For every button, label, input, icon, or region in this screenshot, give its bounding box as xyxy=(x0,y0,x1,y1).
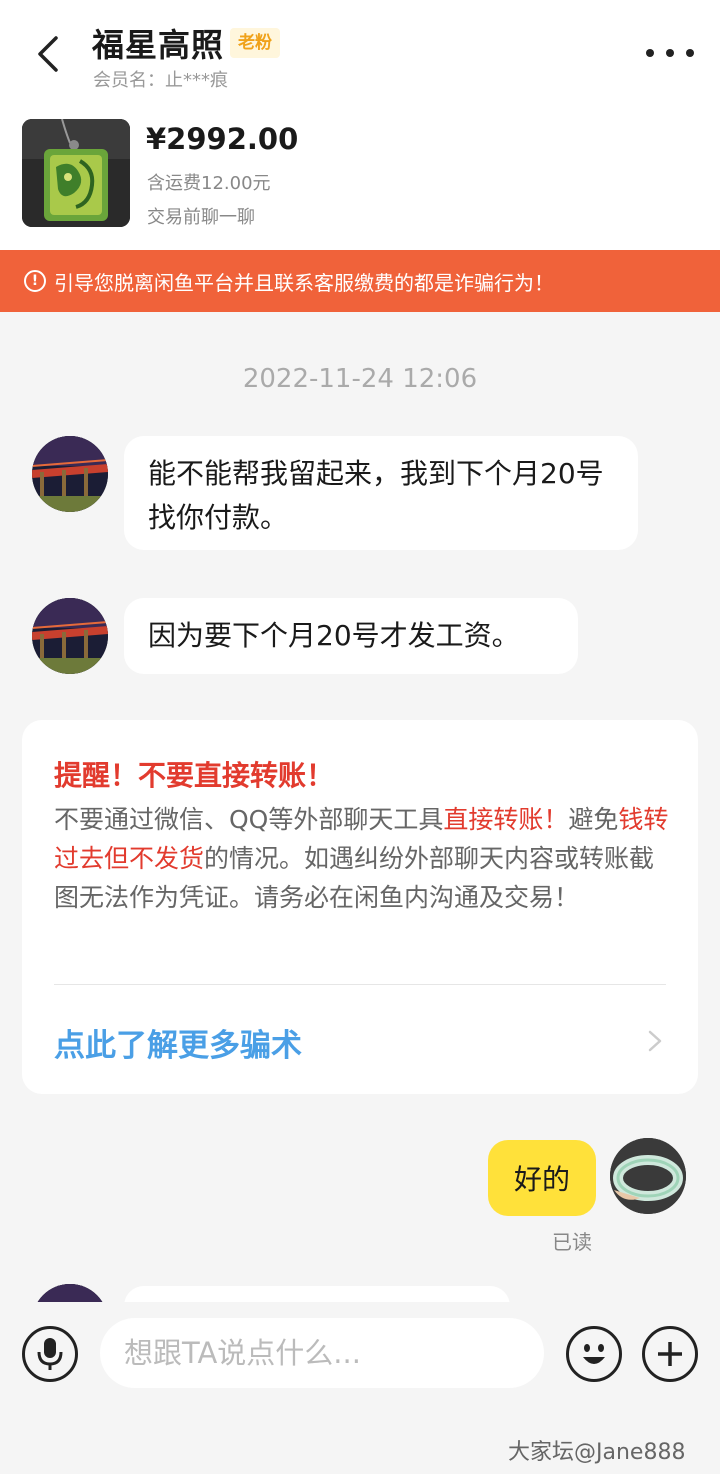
ellipsis-icon xyxy=(646,49,654,57)
voice-button[interactable] xyxy=(22,1326,78,1382)
message-text: 好的 xyxy=(513,1163,570,1196)
message-text: 因为要下个月20号才发工资。 xyxy=(148,619,520,652)
message-text: 能不能帮我留起来，我到下个月20号找你付款。 xyxy=(148,457,604,534)
seller-avatar[interactable] xyxy=(32,436,108,512)
watermark: 大家坛@Jane888 xyxy=(508,1440,686,1465)
alert-circle-icon: ! xyxy=(24,270,46,292)
fraud-warning-banner[interactable]: ! 引导您脱离闲鱼平台并且联系客服缴费的都是诈骗行为！ xyxy=(0,250,720,312)
seller-name[interactable]: 福星高照 xyxy=(92,20,224,66)
chat-timestamp: 2022-11-24 12:06 xyxy=(242,364,478,394)
message-input[interactable] xyxy=(100,1318,544,1388)
pre-trade-status: 交易前聊一聊 xyxy=(147,207,255,228)
my-avatar[interactable] xyxy=(610,1138,686,1214)
more-options-button[interactable] xyxy=(646,36,694,70)
product-price: ¥2992.00 xyxy=(146,122,299,156)
member-name: 会员名：止***痕 xyxy=(93,70,228,91)
warning-text: 引导您脱离闲鱼平台并且联系客服缴费的都是诈骗行为！ xyxy=(54,270,554,295)
more-actions-button[interactable] xyxy=(642,1326,698,1382)
plus-icon xyxy=(658,1342,682,1366)
fraud-card-title: 提醒！不要直接转账！ xyxy=(54,759,335,792)
anti-fraud-card: 提醒！不要直接转账！ 不要通过微信、QQ等外部聊天工具直接转账！避免钱转过去但不… xyxy=(22,720,698,1094)
learn-more-scams-link[interactable]: 点此了解更多骗术 xyxy=(54,1020,302,1065)
chat-header: 福星高照 老粉 会员名：止***痕 ¥2992.00 含运费12.00元 交易前… xyxy=(0,0,720,250)
jade-pendant-image xyxy=(22,119,130,227)
chevron-left-icon xyxy=(38,36,58,72)
microphone-icon xyxy=(37,1338,63,1370)
message-bubble[interactable]: 能不能帮我留起来，我到下个月20号找你付款。 xyxy=(124,436,638,550)
fan-badge: 老粉 xyxy=(230,28,280,58)
emoji-button[interactable] xyxy=(566,1326,622,1382)
product-thumbnail[interactable] xyxy=(22,119,130,227)
seller-avatar[interactable] xyxy=(32,598,108,674)
fraud-card-body: 不要通过微信、QQ等外部聊天工具直接转账！避免钱转过去但不发货的情况。如遇纠纷外… xyxy=(54,805,669,912)
my-message-bubble[interactable]: 好的 xyxy=(488,1140,596,1216)
read-receipt: 已读 xyxy=(552,1230,592,1254)
message-bubble[interactable]: 因为要下个月20号才发工资。 xyxy=(124,598,578,674)
shipping-fee: 含运费12.00元 xyxy=(147,173,271,194)
smiley-icon xyxy=(583,1344,605,1364)
chevron-right-icon[interactable] xyxy=(642,1026,666,1056)
back-button[interactable] xyxy=(28,32,68,76)
divider xyxy=(54,984,666,985)
